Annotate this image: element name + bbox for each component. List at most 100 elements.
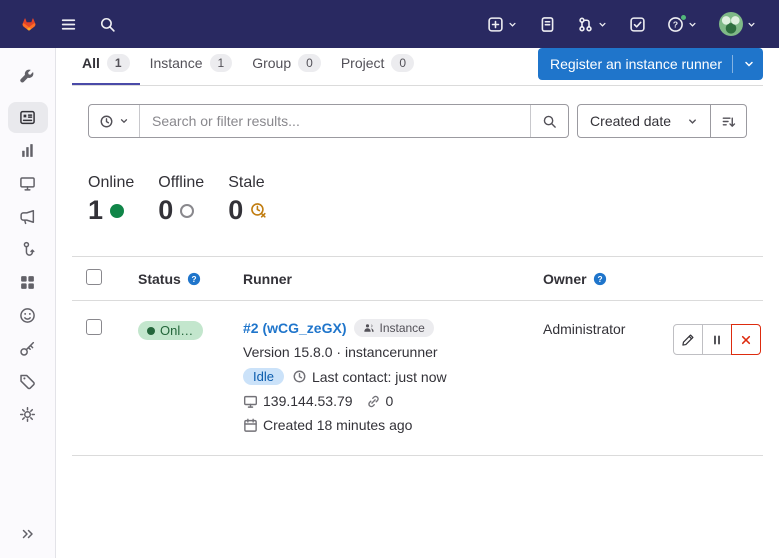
svg-text:?: ? bbox=[597, 273, 602, 283]
search-filter-group bbox=[88, 104, 569, 138]
offline-status-icon bbox=[180, 204, 194, 218]
runner-link[interactable]: #2 (wCG_zeGX) bbox=[243, 320, 346, 336]
search-button[interactable] bbox=[93, 11, 122, 38]
owner-help-icon[interactable]: ? bbox=[593, 272, 607, 286]
issues-button[interactable] bbox=[533, 11, 562, 38]
sidebar-item-deploy-keys[interactable] bbox=[8, 333, 48, 364]
sort-by-dropdown[interactable]: Created date bbox=[577, 104, 711, 138]
sidebar-item-system-hooks[interactable] bbox=[8, 234, 48, 265]
button-divider bbox=[732, 55, 733, 73]
history-clock-icon bbox=[99, 114, 114, 129]
grid-icon bbox=[19, 274, 36, 291]
tab-label: Group bbox=[252, 55, 291, 71]
merge-requests-button[interactable] bbox=[571, 11, 614, 38]
runner-description: instancerunner bbox=[345, 344, 438, 360]
search-icon bbox=[542, 114, 557, 129]
help-icon-wrap: ? bbox=[667, 16, 684, 33]
select-all-checkbox[interactable] bbox=[86, 269, 102, 285]
new-menu-button[interactable] bbox=[481, 11, 524, 38]
search-submit-button[interactable] bbox=[530, 105, 568, 137]
svg-text:?: ? bbox=[191, 273, 196, 283]
tab-all[interactable]: All 1 bbox=[72, 42, 140, 85]
chevron-down-icon bbox=[597, 19, 608, 30]
main-content: Admin Area › Runners All 1 Instance 1 Gr… bbox=[56, 0, 779, 456]
runner-type-badge: Instance bbox=[354, 319, 433, 337]
sidebar-item-analytics[interactable] bbox=[8, 135, 48, 166]
key-icon bbox=[19, 340, 36, 357]
runner-stats: Online 1 Offline 0 Stale 0 bbox=[88, 174, 747, 226]
clock-icon bbox=[292, 369, 307, 384]
search-icon bbox=[99, 16, 116, 33]
chevron-down-icon bbox=[119, 116, 129, 126]
stat-label: Stale bbox=[228, 174, 268, 192]
people-icon bbox=[363, 322, 375, 334]
sort-group: Created date bbox=[577, 104, 747, 138]
sidebar-item-settings[interactable] bbox=[8, 399, 48, 430]
stat-offline: Offline 0 bbox=[158, 174, 204, 226]
status-help-icon[interactable]: ? bbox=[187, 272, 201, 286]
tab-count-badge: 0 bbox=[391, 54, 414, 72]
todos-button[interactable] bbox=[623, 11, 652, 38]
admin-sidebar bbox=[0, 48, 56, 558]
wrench-icon bbox=[19, 68, 36, 85]
dot-separator: · bbox=[336, 344, 341, 360]
help-menu-button[interactable]: ? bbox=[661, 11, 704, 38]
register-button-label: Register an instance runner bbox=[550, 56, 722, 72]
tab-count-badge: 1 bbox=[107, 54, 130, 72]
pause-runner-button[interactable] bbox=[702, 324, 732, 355]
register-instance-runner-button[interactable]: Register an instance runner bbox=[538, 48, 763, 80]
sidebar-item-monitoring[interactable] bbox=[8, 168, 48, 199]
chevron-down-icon bbox=[746, 19, 757, 30]
runner-type-tabs: All 1 Instance 1 Group 0 Project 0 bbox=[72, 42, 424, 85]
hamburger-menu-button[interactable] bbox=[54, 11, 83, 38]
sidebar-item-labels[interactable] bbox=[8, 366, 48, 397]
runner-version: Version 15.8.0 bbox=[243, 344, 333, 360]
bar-chart-icon bbox=[19, 142, 36, 159]
stat-value: 0 bbox=[228, 195, 243, 226]
hamburger-icon bbox=[60, 16, 77, 33]
tab-project[interactable]: Project 0 bbox=[331, 42, 424, 85]
stat-label: Offline bbox=[158, 174, 204, 192]
tab-instance[interactable]: Instance 1 bbox=[140, 42, 243, 85]
gitlab-logo[interactable] bbox=[16, 12, 42, 37]
topbar: ? bbox=[0, 0, 779, 48]
select-runner-checkbox[interactable] bbox=[86, 319, 102, 335]
runner-linked-count: 0 bbox=[386, 393, 394, 409]
megaphone-icon bbox=[19, 208, 36, 225]
tab-label: Project bbox=[341, 55, 385, 71]
sidebar-item-admin-overview[interactable] bbox=[8, 61, 48, 92]
stale-clock-icon bbox=[250, 202, 268, 220]
tab-group[interactable]: Group 0 bbox=[242, 42, 331, 85]
sidebar-item-messages[interactable] bbox=[8, 201, 48, 232]
sidebar-item-overview-runners[interactable] bbox=[8, 102, 48, 133]
sidebar-item-applications[interactable] bbox=[8, 267, 48, 298]
sidebar-collapse-button[interactable] bbox=[0, 518, 56, 550]
chevron-down-icon bbox=[507, 19, 518, 30]
status-header-label: Status bbox=[138, 271, 181, 287]
link-icon bbox=[366, 394, 381, 409]
runner-version-line: Version 15.8.0 · instancerunner bbox=[243, 344, 517, 360]
monitor-icon bbox=[243, 394, 258, 409]
chevron-double-right-icon bbox=[20, 526, 36, 542]
stat-value: 0 bbox=[158, 195, 173, 226]
sidebar-item-abuse-reports[interactable] bbox=[8, 300, 48, 331]
runner-job-status-badge: Idle bbox=[243, 368, 284, 385]
svg-text:?: ? bbox=[673, 19, 678, 29]
runners-table: Status ? Runner Owner ? Online bbox=[72, 256, 763, 456]
user-menu-button[interactable] bbox=[713, 7, 763, 41]
labels-tag-icon bbox=[19, 373, 36, 390]
filter-history-dropdown[interactable] bbox=[89, 105, 140, 137]
search-input[interactable] bbox=[140, 105, 530, 137]
runner-actions bbox=[667, 324, 763, 355]
sort-by-label: Created date bbox=[590, 113, 671, 129]
user-avatar bbox=[719, 12, 743, 36]
edit-runner-button[interactable] bbox=[673, 324, 703, 355]
issues-icon bbox=[539, 16, 556, 33]
stat-online: Online 1 bbox=[88, 174, 134, 226]
runner-header-label: Runner bbox=[243, 271, 292, 287]
notification-dot bbox=[680, 14, 687, 21]
monitor-icon bbox=[19, 175, 36, 192]
sort-direction-button[interactable] bbox=[711, 104, 747, 138]
pencil-icon bbox=[681, 333, 695, 347]
delete-runner-button[interactable] bbox=[731, 324, 761, 355]
